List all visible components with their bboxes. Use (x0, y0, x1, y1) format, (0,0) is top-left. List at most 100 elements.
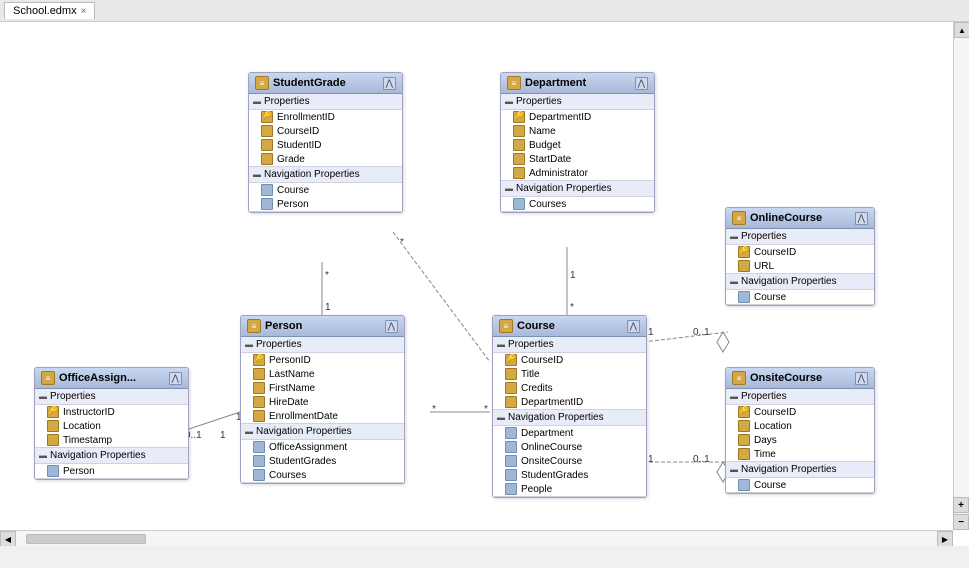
scroll-left-button[interactable]: ◀ (0, 531, 16, 546)
entity-department: ≡ Department ⋀ ▬ Properties DepartmentID… (500, 72, 655, 213)
mult-dept-course-1: 1 (570, 270, 576, 281)
field-icon (505, 382, 517, 394)
office-collapse[interactable]: ⋀ (169, 372, 182, 385)
onlinecourse-icon: ≡ (732, 211, 746, 225)
department-nav-header[interactable]: ▬ Navigation Properties (501, 181, 654, 197)
studentgrade-props-header[interactable]: ▬ Properties (249, 94, 402, 110)
nav-row: OfficeAssignment (241, 440, 404, 454)
onsitecourse-collapse[interactable]: ⋀ (855, 372, 868, 385)
mult-person-course-star: * (432, 404, 436, 415)
canvas-area: * * 1 1 * 0..1 1 1 0..1 1 0..1 * * 1 ≡ S… (0, 22, 969, 546)
mult-person-course-star2: * (484, 404, 488, 415)
entity-studentgrade: ≡ StudentGrade ⋀ ▬ Properties Enrollment… (248, 72, 403, 213)
onsitecourse-nav-section: ▬ Navigation Properties Course (726, 462, 874, 493)
course-props-header[interactable]: ▬ Properties (493, 337, 646, 353)
nav-row: Department (493, 426, 646, 440)
entity-person-header[interactable]: ≡ Person ⋀ (241, 316, 404, 337)
studentgrade-nav-header[interactable]: ▬ Navigation Properties (249, 167, 402, 183)
nav-row: StudentGrades (241, 454, 404, 468)
nav-row: Course (726, 290, 874, 304)
nav-icon (261, 184, 273, 196)
nav-row: Person (249, 197, 402, 211)
office-nav-header[interactable]: ▬ Navigation Properties (35, 448, 188, 464)
department-props-header[interactable]: ▬ Properties (501, 94, 654, 110)
office-nav-section: ▬ Navigation Properties Person (35, 448, 188, 479)
scrollbar-right[interactable]: ▲ ▼ (953, 22, 969, 530)
department-icon: ≡ (507, 76, 521, 90)
prop-row: Timestamp (35, 433, 188, 447)
entity-onlinecourse-header[interactable]: ≡ OnlineCourse ⋀ (726, 208, 874, 229)
studentgrade-collapse[interactable]: ⋀ (383, 77, 396, 90)
prop-row: Name (501, 124, 654, 138)
tab-close-button[interactable]: × (81, 6, 87, 17)
prop-row: Location (35, 419, 188, 433)
mult-course-onsite-1: 1 (648, 454, 654, 465)
onlinecourse-props-section: ▬ Properties CourseID URL (726, 229, 874, 274)
nav-icon (253, 455, 265, 467)
entity-office-header[interactable]: ≡ OfficeAssign... ⋀ (35, 368, 188, 389)
zoom-out-button[interactable]: − (953, 514, 969, 530)
onlinecourse-title: OnlineCourse (750, 212, 822, 224)
department-collapse[interactable]: ⋀ (635, 77, 648, 90)
scrollbar-bottom[interactable]: ◀ ▶ (0, 530, 953, 546)
field-icon (738, 448, 750, 460)
prop-row: Location (726, 419, 874, 433)
person-props-header[interactable]: ▬ Properties (241, 337, 404, 353)
mult-office-1: 1 (220, 430, 226, 441)
entity-studentgrade-header[interactable]: ≡ StudentGrade ⋀ (249, 73, 402, 94)
nav-icon (738, 291, 750, 303)
onsitecourse-props-header[interactable]: ▬ Properties (726, 389, 874, 405)
onlinecourse-props-header[interactable]: ▬ Properties (726, 229, 874, 245)
course-nav-header[interactable]: ▬ Navigation Properties (493, 410, 646, 426)
entity-course-header[interactable]: ≡ Course ⋀ (493, 316, 646, 337)
nav-row: Courses (501, 197, 654, 211)
onsitecourse-nav-header[interactable]: ▬ Navigation Properties (726, 462, 874, 478)
entity-onsitecourse-header[interactable]: ≡ OnsiteCourse ⋀ (726, 368, 874, 389)
mult-sg-person-star: * (325, 270, 329, 281)
prop-row: InstructorID (35, 405, 188, 419)
office-props-section: ▬ Properties InstructorID Location Times… (35, 389, 188, 448)
office-icon: ≡ (41, 371, 55, 385)
entity-person: ≡ Person ⋀ ▬ Properties PersonID LastNam… (240, 315, 405, 484)
entity-course: ≡ Course ⋀ ▬ Properties CourseID Title C… (492, 315, 647, 498)
field-icon (505, 368, 517, 380)
prop-row: Credits (493, 381, 646, 395)
file-tab[interactable]: School.edmx × (4, 2, 95, 19)
prop-row: FirstName (241, 381, 404, 395)
scroll-up-button[interactable]: ▲ (954, 22, 969, 38)
onlinecourse-nav-header[interactable]: ▬ Navigation Properties (726, 274, 874, 290)
entity-department-header[interactable]: ≡ Department ⋀ (501, 73, 654, 94)
field-icon (738, 260, 750, 272)
department-props-section: ▬ Properties DepartmentID Name Budget St… (501, 94, 654, 181)
prop-row: EnrollmentID (249, 110, 402, 124)
nav-icon (253, 469, 265, 481)
field-icon (261, 153, 273, 165)
person-nav-header[interactable]: ▬ Navigation Properties (241, 424, 404, 440)
person-collapse[interactable]: ⋀ (385, 320, 398, 333)
scroll-right-button[interactable]: ▶ (937, 531, 953, 546)
key-icon (738, 406, 750, 418)
prop-row: DepartmentID (493, 395, 646, 409)
nav-row: StudentGrades (493, 468, 646, 482)
zoom-in-button[interactable]: + (953, 497, 969, 513)
office-props-header[interactable]: ▬ Properties (35, 389, 188, 405)
prop-row: HireDate (241, 395, 404, 409)
mult-dept-course-star: * (570, 302, 574, 313)
prop-row: PersonID (241, 353, 404, 367)
scroll-thumb-horizontal[interactable] (26, 534, 146, 544)
person-icon: ≡ (247, 319, 261, 333)
nav-row: Course (249, 183, 402, 197)
nav-icon (253, 441, 265, 453)
onlinecourse-collapse[interactable]: ⋀ (855, 212, 868, 225)
mult-sg-course-star: * (400, 237, 404, 248)
studentgrade-nav-section: ▬ Navigation Properties Course Person (249, 167, 402, 212)
field-icon (261, 139, 273, 151)
person-title: Person (265, 320, 302, 332)
prop-row: Time (726, 447, 874, 461)
course-collapse[interactable]: ⋀ (627, 320, 640, 333)
field-icon (738, 434, 750, 446)
field-icon (738, 420, 750, 432)
nav-row: Courses (241, 468, 404, 482)
key-icon (253, 354, 265, 366)
mult-sg-person-1: 1 (325, 302, 331, 313)
